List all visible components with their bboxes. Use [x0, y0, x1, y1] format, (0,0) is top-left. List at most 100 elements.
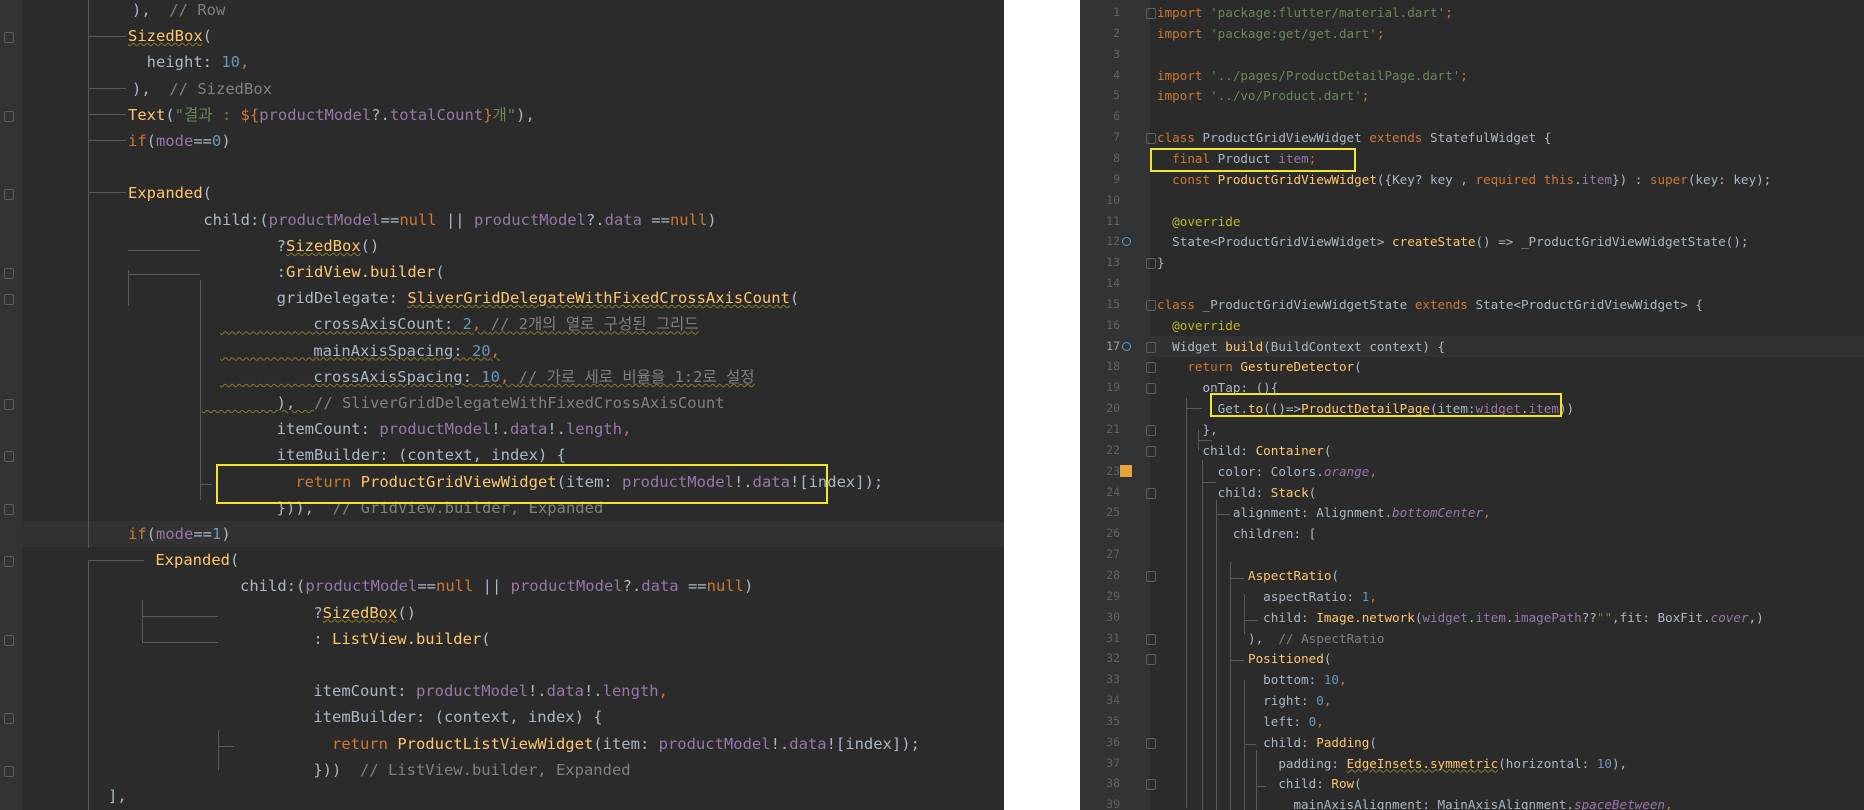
- code-line[interactable]: import 'package:get/get.dart';: [1157, 23, 1384, 44]
- fold-marker-icon[interactable]: [1146, 654, 1156, 666]
- left-code-editor[interactable]: ), // Row SizedBox( height: 10,), // Size…: [0, 0, 1004, 810]
- code-line[interactable]: crossAxisCount: 2, // 2개의 열로 구성된 그리드: [220, 311, 698, 337]
- code-line[interactable]: ), // Row: [132, 0, 225, 23]
- code-line[interactable]: ],: [108, 783, 127, 809]
- fold-marker-icon[interactable]: [1146, 737, 1156, 749]
- code-line[interactable]: itemCount: productModel!.data!.length,: [220, 678, 668, 704]
- code-line[interactable]: child:(productModel==null || productMode…: [166, 207, 716, 233]
- fold-marker-icon[interactable]: [4, 294, 14, 306]
- code-line[interactable]: :GridView.builder(: [202, 259, 445, 285]
- code-line[interactable]: alignment: Alignment.bottomCenter,: [1157, 502, 1491, 523]
- code-line[interactable]: AspectRatio(: [1157, 565, 1339, 586]
- code-line[interactable]: Expanded(: [128, 180, 212, 206]
- code-line[interactable]: aspectRatio: 1,: [1157, 586, 1377, 607]
- fold-marker-icon[interactable]: [4, 189, 14, 201]
- fold-marker-icon[interactable]: [1146, 570, 1156, 582]
- code-line[interactable]: import '../vo/Product.dart';: [1157, 85, 1369, 106]
- fold-marker-icon[interactable]: [4, 32, 14, 44]
- code-line[interactable]: ), // SliverGridDelegateWithFixedCrossAx…: [202, 390, 725, 416]
- code-line[interactable]: child: Container(: [1157, 440, 1331, 461]
- code-line[interactable]: return GestureDetector(: [1157, 356, 1361, 377]
- code-line[interactable]: Expanded(: [146, 547, 239, 573]
- code-line[interactable]: import '../pages/ProductDetailPage.dart'…: [1157, 65, 1468, 86]
- code-line[interactable]: gridDelegate: SliverGridDelegateWithFixe…: [202, 285, 800, 311]
- code-token: ListView.builder: [331, 629, 482, 648]
- fold-marker-icon[interactable]: [1146, 633, 1156, 645]
- line-number: 34: [1106, 693, 1120, 708]
- right-code-editor[interactable]: import 'package:flutter/material.dart'; i…: [1080, 0, 1864, 810]
- code-line[interactable]: color: Colors.orange,: [1157, 461, 1377, 482]
- code-line[interactable]: if(mode==1): [128, 521, 231, 547]
- fold-marker-icon[interactable]: [1146, 425, 1156, 436]
- code-line[interactable]: child: Padding(: [1157, 732, 1377, 753]
- code-token: height:: [128, 53, 222, 72]
- code-token: extends: [1414, 296, 1476, 312]
- fold-marker-icon[interactable]: [1146, 362, 1156, 374]
- code-line[interactable]: Widget build(BuildContext context) {: [1157, 336, 1445, 357]
- fold-marker-icon[interactable]: [1146, 383, 1156, 395]
- code-line[interactable]: return ProductListViewWidget(item: produ…: [220, 731, 920, 757]
- fold-marker-icon[interactable]: [4, 268, 14, 279]
- code-line[interactable]: mainAxisSpacing: 20,: [220, 338, 500, 364]
- code-line[interactable]: ), // SizedBox: [132, 76, 272, 102]
- code-line[interactable]: }: [1157, 252, 1165, 273]
- code-line[interactable]: })) // ListView.builder, Expanded: [220, 757, 630, 783]
- code-token: ||: [473, 577, 511, 596]
- indent-guide: [1198, 440, 1212, 441]
- code-line[interactable]: padding: EdgeInsets.symmetric(horizontal…: [1157, 753, 1627, 774]
- code-line[interactable]: height: 10,: [128, 49, 250, 75]
- code-token: build: [1225, 338, 1264, 354]
- code-line[interactable]: Positioned(: [1157, 648, 1331, 669]
- fold-marker-icon[interactable]: [1146, 299, 1156, 311]
- fold-marker-icon[interactable]: [1146, 8, 1156, 19]
- code-line[interactable]: ), // AspectRatio: [1157, 628, 1385, 649]
- fold-marker-icon[interactable]: [1146, 779, 1156, 791]
- override-gutter-icon[interactable]: [1122, 341, 1131, 351]
- code-line[interactable]: @override: [1157, 315, 1240, 336]
- code-line[interactable]: child: Stack(: [1157, 482, 1317, 503]
- code-line[interactable]: child: Row(: [1157, 773, 1361, 794]
- code-line[interactable]: ?SizedBox(): [202, 233, 380, 259]
- code-token: })): [220, 760, 360, 779]
- code-line[interactable]: child:(productModel==null || productMode…: [184, 573, 753, 599]
- code-line[interactable]: import 'package:flutter/material.dart';: [1157, 2, 1453, 23]
- code-line[interactable]: children: [: [1157, 523, 1316, 544]
- fold-marker-icon[interactable]: [4, 451, 14, 463]
- fold-marker-icon[interactable]: [4, 503, 14, 515]
- code-line[interactable]: itemBuilder: (context, index) {: [220, 704, 602, 730]
- fold-marker-icon[interactable]: [4, 399, 14, 410]
- code-line[interactable]: crossAxisSpacing: 10, // 가로 세로 비율을 1:2로 …: [220, 364, 754, 390]
- code-line[interactable]: },: [1157, 419, 1217, 440]
- fold-marker-icon[interactable]: [4, 110, 14, 122]
- code-token: 10: [1323, 672, 1339, 688]
- code-token: child:(: [184, 577, 306, 596]
- fold-marker-icon[interactable]: [1146, 487, 1156, 499]
- code-line[interactable]: Text("결과 : ${productModel?.totalCount}개"…: [128, 102, 535, 128]
- fold-marker-icon[interactable]: [4, 765, 14, 777]
- code-token: 10: [221, 53, 240, 72]
- code-line[interactable]: : ListView.builder(: [220, 626, 490, 652]
- fold-marker-icon[interactable]: [1146, 341, 1156, 353]
- code-line[interactable]: SizedBox(: [128, 23, 212, 49]
- indent-guide: [1256, 750, 1257, 810]
- code-token: data: [546, 682, 584, 701]
- code-line[interactable]: child: Image.network(widget.item.imagePa…: [1157, 607, 1764, 628]
- code-line[interactable]: mainAxisAlignment: MainAxisAlignment.spa…: [1157, 794, 1672, 810]
- code-line[interactable]: itemCount: productModel!.data!.length,: [202, 416, 632, 442]
- fold-marker-icon[interactable]: [1146, 133, 1156, 145]
- code-line[interactable]: class _ProductGridViewWidgetState extend…: [1157, 294, 1703, 315]
- code-line[interactable]: class ProductGridViewWidget extends Stat…: [1157, 127, 1551, 148]
- code-line[interactable]: @override: [1157, 211, 1240, 232]
- fold-marker-icon[interactable]: [1146, 445, 1156, 457]
- code-token: AspectRatio: [1248, 567, 1332, 583]
- code-line[interactable]: left: 0,: [1157, 711, 1324, 732]
- fold-marker-icon[interactable]: [4, 556, 14, 568]
- code-line[interactable]: State<ProductGridViewWidget> createState…: [1157, 231, 1748, 252]
- code-line[interactable]: ?SizedBox(): [220, 600, 416, 626]
- code-token: child:: [1157, 609, 1317, 625]
- code-line[interactable]: if(mode==0): [128, 128, 231, 154]
- fold-marker-icon[interactable]: [4, 713, 14, 725]
- fold-marker-icon[interactable]: [4, 634, 14, 646]
- code-token: StatefulWidget {: [1429, 130, 1552, 146]
- fold-marker-icon[interactable]: [1146, 258, 1156, 270]
